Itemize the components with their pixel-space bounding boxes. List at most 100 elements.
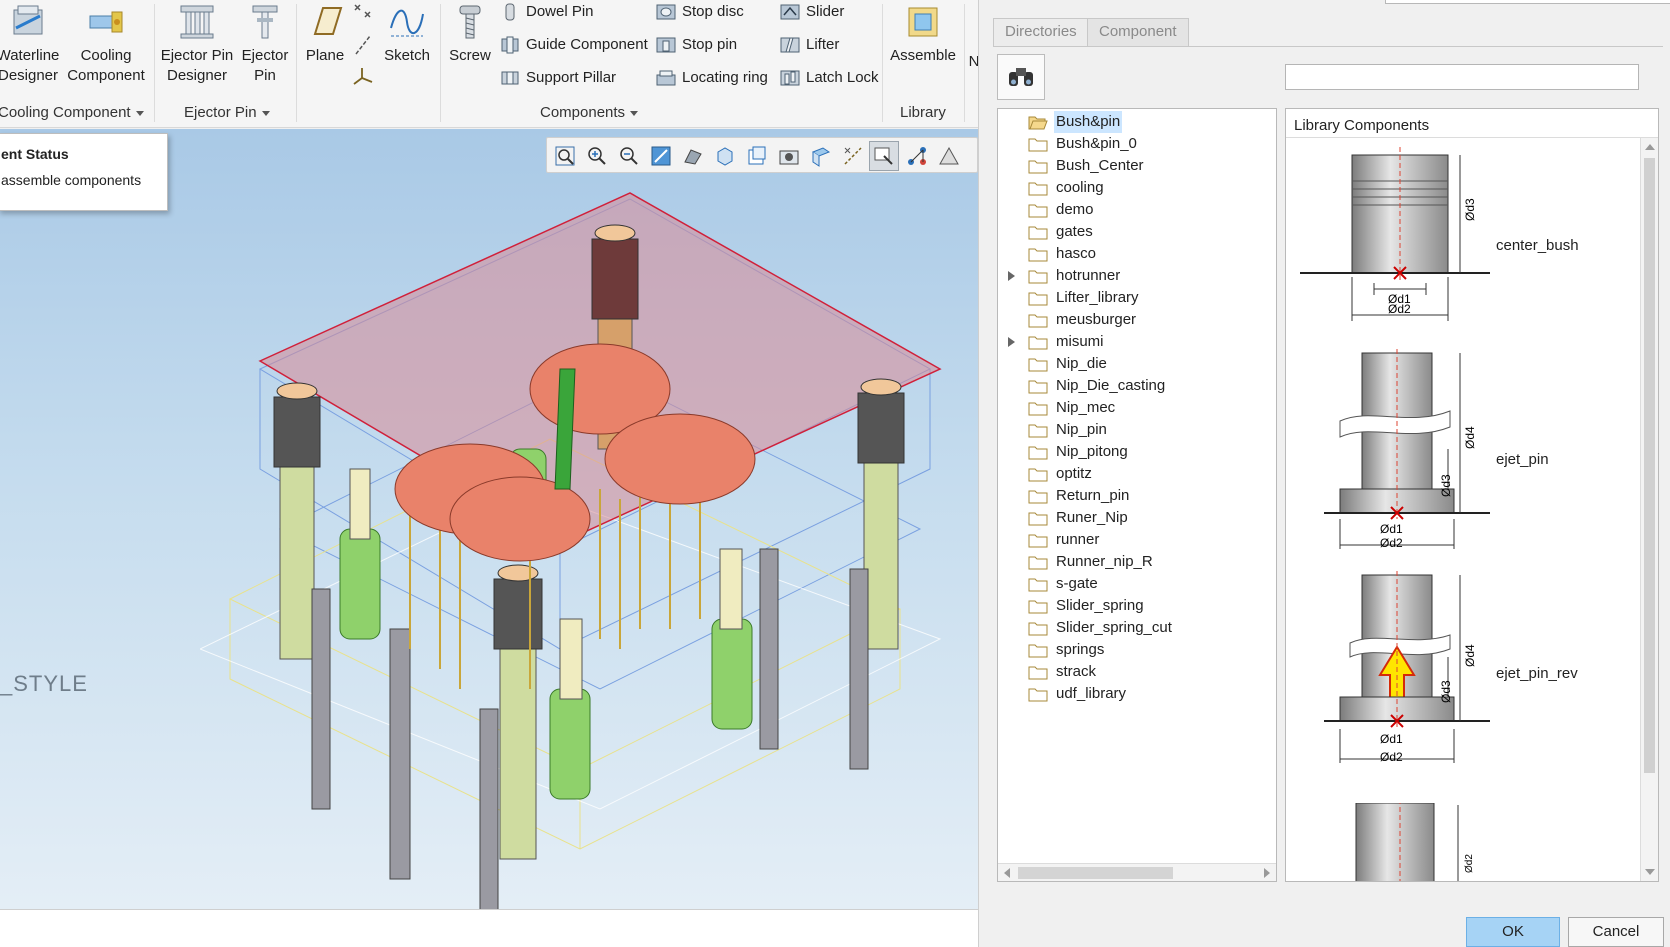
folder-icon <box>1028 182 1048 196</box>
horizontal-scrollbar[interactable] <box>998 863 1276 881</box>
cooling-component-button[interactable]: Cooling Component <box>64 2 148 86</box>
stop-pin-button[interactable]: Stop pin <box>656 33 737 57</box>
ejector-pin-group-label[interactable]: Ejector Pin <box>184 104 270 121</box>
scrollbar-thumb[interactable] <box>1018 867 1173 879</box>
tree-item[interactable]: Bush&pin <box>998 111 1276 133</box>
ejet-pin-rev-drawing[interactable]: Ød4 Ød3 Ød1 Ød2 <box>1300 571 1490 771</box>
scroll-down-icon[interactable] <box>1645 869 1655 875</box>
tree-item[interactable]: Nip_pitong <box>998 441 1276 463</box>
tree-item[interactable]: Nip_Die_casting <box>998 375 1276 397</box>
tree-item[interactable]: s-gate <box>998 573 1276 595</box>
tree-item[interactable]: misumi <box>998 331 1276 353</box>
guide-component-button[interactable]: Guide Component <box>500 33 648 57</box>
point-icon[interactable] <box>352 2 374 24</box>
vertical-scrollbar[interactable] <box>1640 138 1658 881</box>
tree-item-label: udf_library <box>1056 685 1127 702</box>
refit-icon[interactable] <box>553 144 577 168</box>
tree-item[interactable]: demo <box>998 199 1276 221</box>
component-name-center-bush[interactable]: center_bush <box>1496 237 1579 254</box>
partial-component-drawing[interactable]: Ød2 <box>1300 803 1490 882</box>
tab-component[interactable]: Component <box>1087 18 1189 46</box>
display-style-icon[interactable] <box>681 144 705 168</box>
dowel-pin-button[interactable]: Dowel Pin <box>500 0 594 24</box>
tree-item[interactable]: hotrunner <box>998 265 1276 287</box>
latch-lock-icon <box>780 70 800 86</box>
tree-item[interactable]: Bush_Center <box>998 155 1276 177</box>
folder-icon <box>1028 534 1048 548</box>
tree-item[interactable]: Nip_mec <box>998 397 1276 419</box>
tree-item[interactable]: strack <box>998 661 1276 683</box>
cancel-button[interactable]: Cancel <box>1568 917 1664 947</box>
components-group-label[interactable]: Components <box>540 104 639 121</box>
scrollbar-thumb[interactable] <box>1644 158 1655 773</box>
locating-ring-button[interactable]: Locating ring <box>656 66 768 90</box>
cooling-component-group-label[interactable]: Cooling Component <box>0 104 144 121</box>
ejet-pin-drawing[interactable]: Ød4 Ød3 Ød1 Ød2 <box>1300 349 1490 549</box>
center-bush-drawing[interactable]: Ød3 Ød1 Ød2 <box>1300 143 1490 323</box>
lifter-button[interactable]: Lifter <box>780 33 839 57</box>
sketch-button[interactable]: Sketch <box>380 2 434 66</box>
scroll-left-icon[interactable] <box>1004 868 1010 878</box>
saved-orientations-icon[interactable] <box>713 144 737 168</box>
expand-arrow-icon[interactable] <box>1008 337 1015 347</box>
3d-viewport[interactable]: ent Status assemble components _STYLE <box>0 129 978 909</box>
tab-directories[interactable]: Directories <box>993 18 1089 46</box>
mold-base-3d-model[interactable] <box>200 169 960 909</box>
tree-item-label: Nip_pitong <box>1056 443 1128 460</box>
tree-item[interactable]: Runner_nip_R <box>998 551 1276 573</box>
tree-item[interactable]: Return_pin <box>998 485 1276 507</box>
assemble-button[interactable]: Assemble <box>886 2 960 66</box>
support-pillar-button[interactable]: Support Pillar <box>500 66 616 90</box>
section-icon[interactable] <box>809 144 833 168</box>
view-manager-icon[interactable] <box>745 144 769 168</box>
perspective-view-icon[interactable] <box>777 144 801 168</box>
scroll-up-icon[interactable] <box>1645 144 1655 150</box>
stop-disc-button[interactable]: Stop disc <box>656 0 744 24</box>
tree-item[interactable]: springs <box>998 639 1276 661</box>
tree-item[interactable]: udf_library <box>998 683 1276 705</box>
tree-item[interactable]: runner <box>998 529 1276 551</box>
waterline-designer-button[interactable]: Waterline Designer <box>0 2 62 86</box>
plane-button[interactable]: Plane <box>300 2 350 66</box>
zoom-in-icon[interactable] <box>585 144 609 168</box>
tree-item[interactable]: Slider_spring <box>998 595 1276 617</box>
tree-item[interactable]: Bush&pin_0 <box>998 133 1276 155</box>
appearance-icon[interactable] <box>937 144 961 168</box>
folder-open-icon <box>1028 116 1048 130</box>
tree-item[interactable]: cooling <box>998 177 1276 199</box>
tree-item[interactable]: Slider_spring_cut <box>998 617 1276 639</box>
coordinate-system-icon[interactable] <box>352 66 374 88</box>
screw-button[interactable]: Screw <box>446 2 494 66</box>
search-input[interactable] <box>1285 64 1639 90</box>
dim-d2-label: Ød2 <box>1380 536 1403 549</box>
tree-item[interactable]: meusburger <box>998 309 1276 331</box>
ejector-pin-button[interactable]: Ejector Pin <box>236 2 294 86</box>
tree-item[interactable]: Lifter_library <box>998 287 1276 309</box>
ok-button[interactable]: OK <box>1466 917 1560 947</box>
ejector-pin-designer-button[interactable]: Ejector Pin Designer <box>158 2 236 86</box>
tree-item[interactable]: gates <box>998 221 1276 243</box>
latch-lock-button[interactable]: Latch Lock <box>780 66 879 90</box>
axis-icon[interactable] <box>352 34 374 56</box>
slider-button[interactable]: Slider <box>780 0 844 24</box>
component-name-ejet-pin-rev[interactable]: ejet_pin_rev <box>1496 665 1578 682</box>
expand-arrow-icon[interactable] <box>1008 271 1015 281</box>
tree-item[interactable]: optitz <box>998 463 1276 485</box>
find-button[interactable] <box>997 54 1045 100</box>
annotation-display-toggle[interactable] <box>869 141 899 171</box>
tree-item[interactable]: hasco <box>998 243 1276 265</box>
datum-display-icon[interactable] <box>841 144 865 168</box>
stop-pin-icon <box>656 37 676 53</box>
scroll-right-icon[interactable] <box>1264 868 1270 878</box>
tree-item[interactable]: Runer_Nip <box>998 507 1276 529</box>
folder-icon <box>1028 248 1048 262</box>
top-input-field[interactable] <box>1385 0 1670 4</box>
component-name-ejet-pin[interactable]: ejet_pin <box>1496 451 1549 468</box>
folder-icon <box>1028 666 1048 680</box>
tree-item-label: meusburger <box>1056 311 1137 328</box>
spin-center-icon[interactable] <box>905 144 929 168</box>
repaint-icon[interactable] <box>649 144 673 168</box>
tree-item[interactable]: Nip_pin <box>998 419 1276 441</box>
zoom-out-icon[interactable] <box>617 144 641 168</box>
tree-item[interactable]: Nip_die <box>998 353 1276 375</box>
